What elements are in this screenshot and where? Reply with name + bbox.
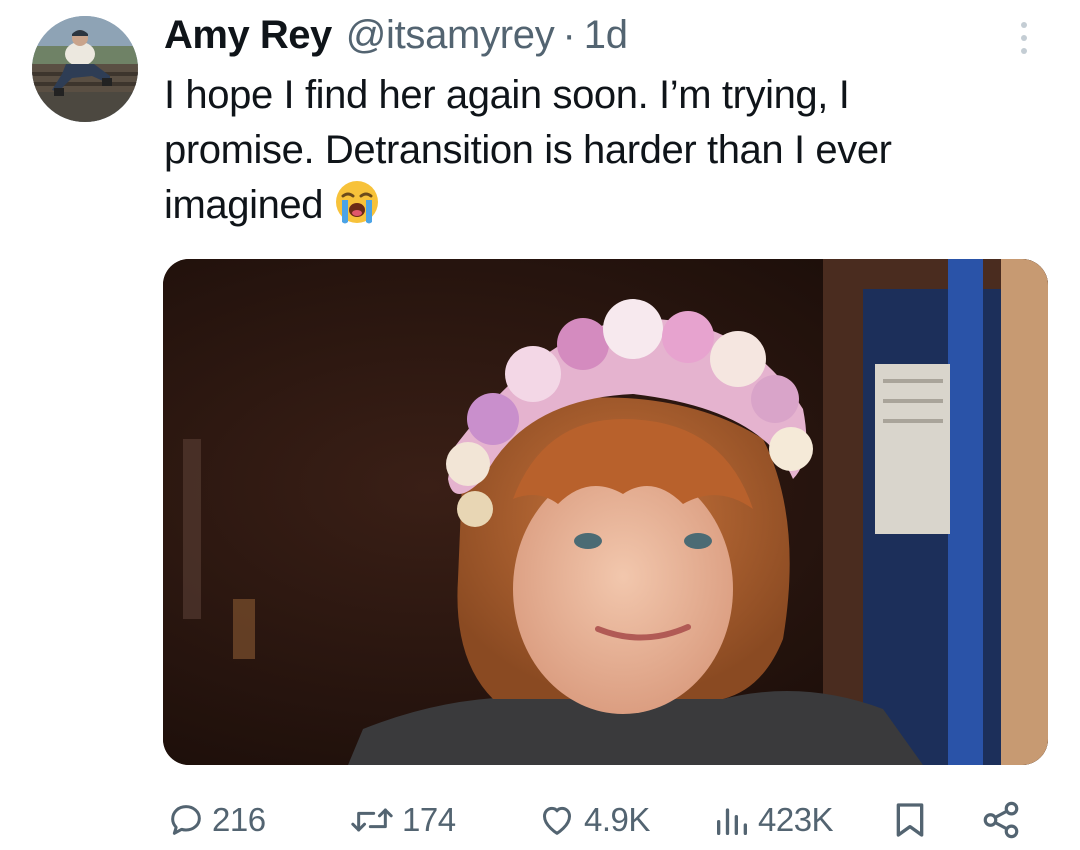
- heart-icon: [543, 806, 571, 835]
- reply-count: 216: [212, 801, 266, 838]
- tweet-text-line: promise. Detransition is harder than I e…: [164, 128, 892, 172]
- tweet-text-line: imagined: [164, 183, 324, 227]
- share-button[interactable]: [978, 790, 1024, 850]
- tweet-text: I hope I find her again soon. I’m trying…: [164, 68, 1064, 233]
- retweet-count: 174: [402, 801, 456, 838]
- views-button[interactable]: 423K: [712, 790, 834, 850]
- reply-icon: [171, 805, 201, 835]
- author-handle[interactable]: @itsamyrey: [346, 12, 555, 58]
- separator-dot: ·: [562, 13, 576, 57]
- more-options-icon[interactable]: [1012, 18, 1036, 58]
- loudly-crying-face-icon: [333, 178, 381, 226]
- tweet-photo[interactable]: [163, 259, 1048, 765]
- retweet-button[interactable]: 174: [348, 790, 456, 850]
- author-name[interactable]: Amy Rey: [164, 12, 332, 58]
- tweet-text-line: I hope I find her again soon. I’m trying…: [164, 73, 850, 117]
- avatar-photo: [32, 16, 138, 122]
- tweet-action-bar: 216 174 4.9K 423K: [0, 790, 1080, 850]
- share-nodes-icon: [983, 801, 1019, 839]
- bookmark-icon: [896, 803, 924, 837]
- reply-button[interactable]: 216: [166, 790, 266, 850]
- views-count: 423K: [758, 801, 834, 838]
- views-chart-icon: [717, 808, 747, 835]
- bookmark-button[interactable]: [890, 790, 930, 850]
- retweet-icon: [351, 808, 393, 832]
- author-avatar[interactable]: [32, 16, 138, 122]
- like-count: 4.9K: [584, 801, 650, 838]
- tweet-timestamp[interactable]: 1d: [584, 12, 628, 58]
- like-button[interactable]: 4.9K: [536, 790, 650, 850]
- tweet-header: Amy Rey @itsamyrey · 1d: [164, 12, 628, 58]
- photo-girl-flower-crown: [163, 259, 1048, 765]
